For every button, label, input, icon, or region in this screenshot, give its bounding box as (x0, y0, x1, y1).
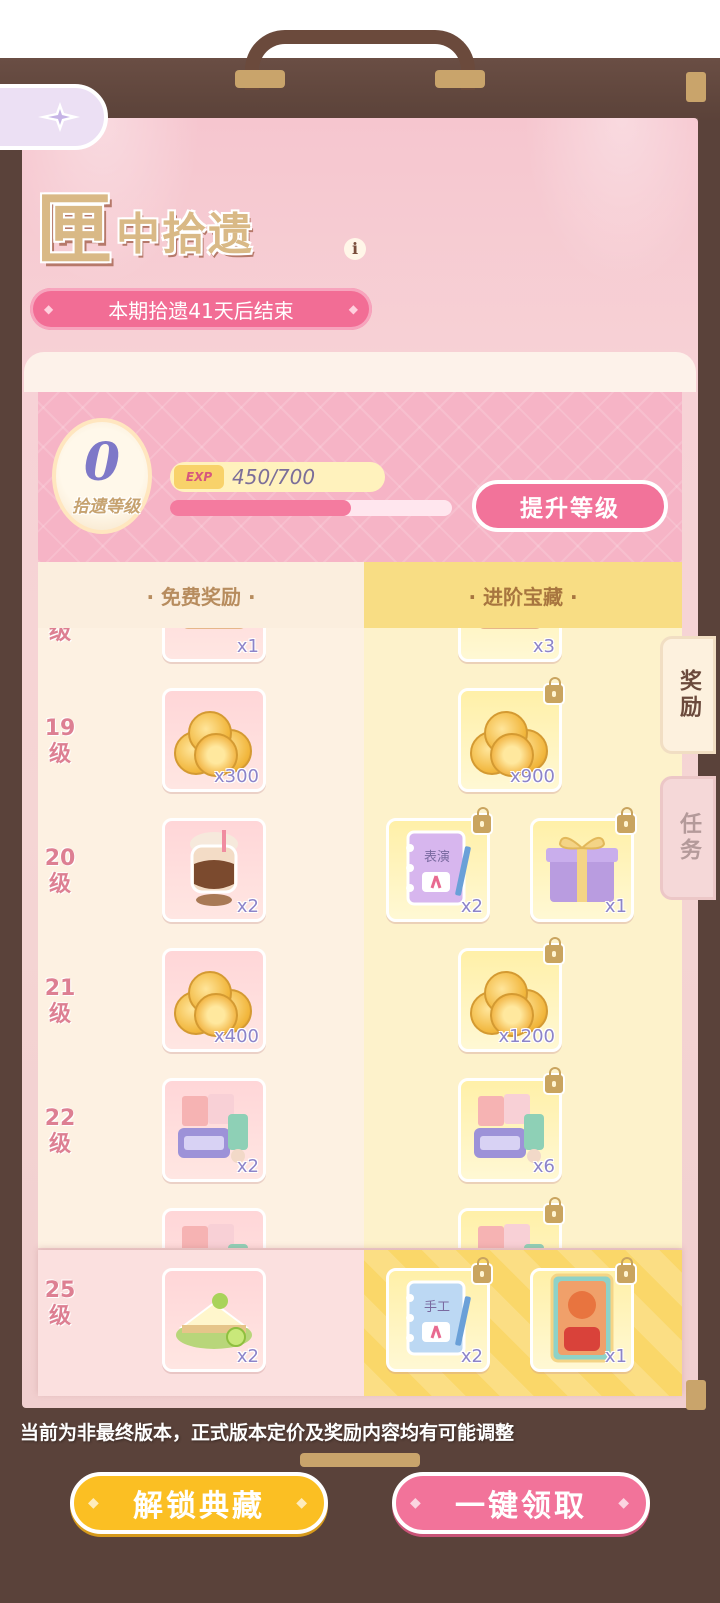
lace-scallop (36, 376, 684, 392)
lock-icon (615, 807, 637, 835)
lock-icon (543, 1197, 565, 1225)
coins-icon (174, 705, 254, 777)
reward-quantity: x3 (532, 636, 555, 657)
reward-quantity: x2 (236, 1156, 259, 1177)
reward-quantity: x2 (460, 1346, 483, 1367)
coins-icon (174, 965, 254, 1037)
handle-mount-left (235, 70, 285, 88)
reward-quantity: x6 (532, 1156, 555, 1177)
diamond-icon: ◆ (410, 1495, 424, 1511)
reward-item[interactable]: x1 (162, 628, 266, 662)
reward-item[interactable]: x300 (162, 688, 266, 792)
level-badge: 0 拾遗等级 (52, 418, 152, 534)
reward-level-label: 级 (48, 628, 71, 645)
info-icon[interactable]: i (344, 238, 366, 260)
reward-level-label: 21级 (44, 976, 76, 1027)
reward-list[interactable]: 级 x1 x3 19级 x300 x900 20级 x2 表演 x2 x1 21级 x400 x1200 2… (38, 628, 682, 1248)
lock-icon (543, 677, 565, 705)
reward-quantity: x1200 (498, 1026, 555, 1047)
period-text: 本期拾遗41天后结束 (108, 298, 294, 323)
makeup-kit-icon (172, 1220, 256, 1248)
reward-level-label: 22级 (44, 1106, 76, 1157)
corner-clasp (686, 72, 706, 102)
advanced-rewards-header: · 进阶宝藏 · (364, 562, 682, 628)
makeup-kit-icon (468, 1220, 552, 1248)
reward-item[interactable]: x400 (162, 948, 266, 1052)
reward-item[interactable]: x1 (530, 1257, 637, 1372)
reward-quantity: x2 (236, 1346, 259, 1367)
reward-level-label: 20级 (44, 846, 76, 897)
reward-item[interactable]: x1200 (458, 937, 565, 1052)
reward-item[interactable]: x6 (458, 1067, 565, 1182)
reward-item[interactable]: 手工 x2 (386, 1257, 493, 1372)
exp-tag: EXP (174, 465, 224, 489)
tab-rewards[interactable]: 奖励 (660, 636, 716, 754)
lock-icon (543, 1067, 565, 1095)
reward-quantity: x400 (213, 1026, 259, 1047)
reward-item[interactable]: x3 (458, 628, 562, 662)
coins-icon (470, 965, 550, 1037)
free-rewards-header: · 免费奖励 · (38, 562, 364, 628)
reward-column-headers: · 免费奖励 · · 进阶宝藏 · (38, 562, 682, 628)
reward-level-label: 19级 (44, 716, 76, 767)
claim-all-label: 一键领取 (455, 1489, 587, 1524)
bottom-strap (300, 1453, 420, 1467)
back-button[interactable] (0, 84, 108, 150)
level-value: 0 (83, 432, 121, 493)
lock-icon (471, 1257, 493, 1285)
claim-all-button[interactable]: ◆ 一键领取 ◆ (392, 1472, 650, 1534)
reward-quantity: x1 (604, 896, 627, 917)
reward-quantity: x900 (509, 766, 555, 787)
reward-item[interactable] (458, 1197, 565, 1248)
event-title: 匣 中拾遗 (36, 168, 254, 268)
reward-quantity: x2 (236, 896, 259, 917)
reward-level-label: 25级 (44, 1278, 76, 1329)
reward-quantity: x300 (213, 766, 259, 787)
reward-item[interactable]: x1 (530, 807, 637, 922)
diamond-icon: ◆ (88, 1495, 102, 1511)
reward-item[interactable] (162, 1208, 266, 1248)
corner-clasp (686, 1380, 706, 1410)
unlock-label: 解锁典藏 (133, 1489, 265, 1524)
diamond-icon: ◆ (296, 1495, 310, 1511)
handle-mount-right (435, 70, 485, 88)
reward-quantity: x1 (604, 1346, 627, 1367)
version-notice: 当前为非最终版本，正式版本定价及奖励内容均有可能调整 (20, 1422, 515, 1444)
period-countdown: ◆ 本期拾遗41天后结束 ◆ (30, 288, 372, 330)
reward-quantity: x2 (460, 896, 483, 917)
exp-display: EXP 450/700 (170, 462, 385, 492)
reward-item[interactable]: x2 (162, 1078, 266, 1182)
diamond-icon: ◆ (618, 1495, 632, 1511)
lock-icon (543, 937, 565, 965)
title-rest: 中拾遗 (116, 209, 254, 260)
lock-icon (615, 1257, 637, 1285)
tab-tasks[interactable]: 任务 (660, 776, 716, 900)
exp-progress-bar (170, 500, 452, 516)
upgrade-level-button[interactable]: 提升等级 (472, 480, 668, 532)
exp-text: 450/700 (232, 465, 316, 489)
notebook-label: 表演 (424, 850, 451, 865)
reward-item[interactable]: x2 (162, 1268, 266, 1372)
reward-item[interactable]: x900 (458, 677, 565, 792)
lock-icon (471, 807, 493, 835)
unlock-collection-button[interactable]: ◆ 解锁典藏 ◆ (70, 1472, 328, 1534)
coins-icon (470, 705, 550, 777)
notebook-label: 手工 (424, 1300, 451, 1315)
reward-item[interactable]: x2 (162, 818, 266, 922)
reward-quantity: x1 (236, 636, 259, 657)
sparkle-back-icon (38, 102, 80, 132)
level-label: 拾遗等级 (72, 497, 140, 517)
diamond-icon: ◆ (44, 302, 54, 316)
title-main-char: 匣 (36, 185, 112, 274)
exp-progress-fill (170, 500, 352, 516)
reward-item[interactable]: 表演 x2 (386, 807, 493, 922)
diamond-icon: ◆ (348, 302, 358, 316)
preview-reward-row: 25级 x2 手工 x2 x1 (38, 1250, 682, 1396)
